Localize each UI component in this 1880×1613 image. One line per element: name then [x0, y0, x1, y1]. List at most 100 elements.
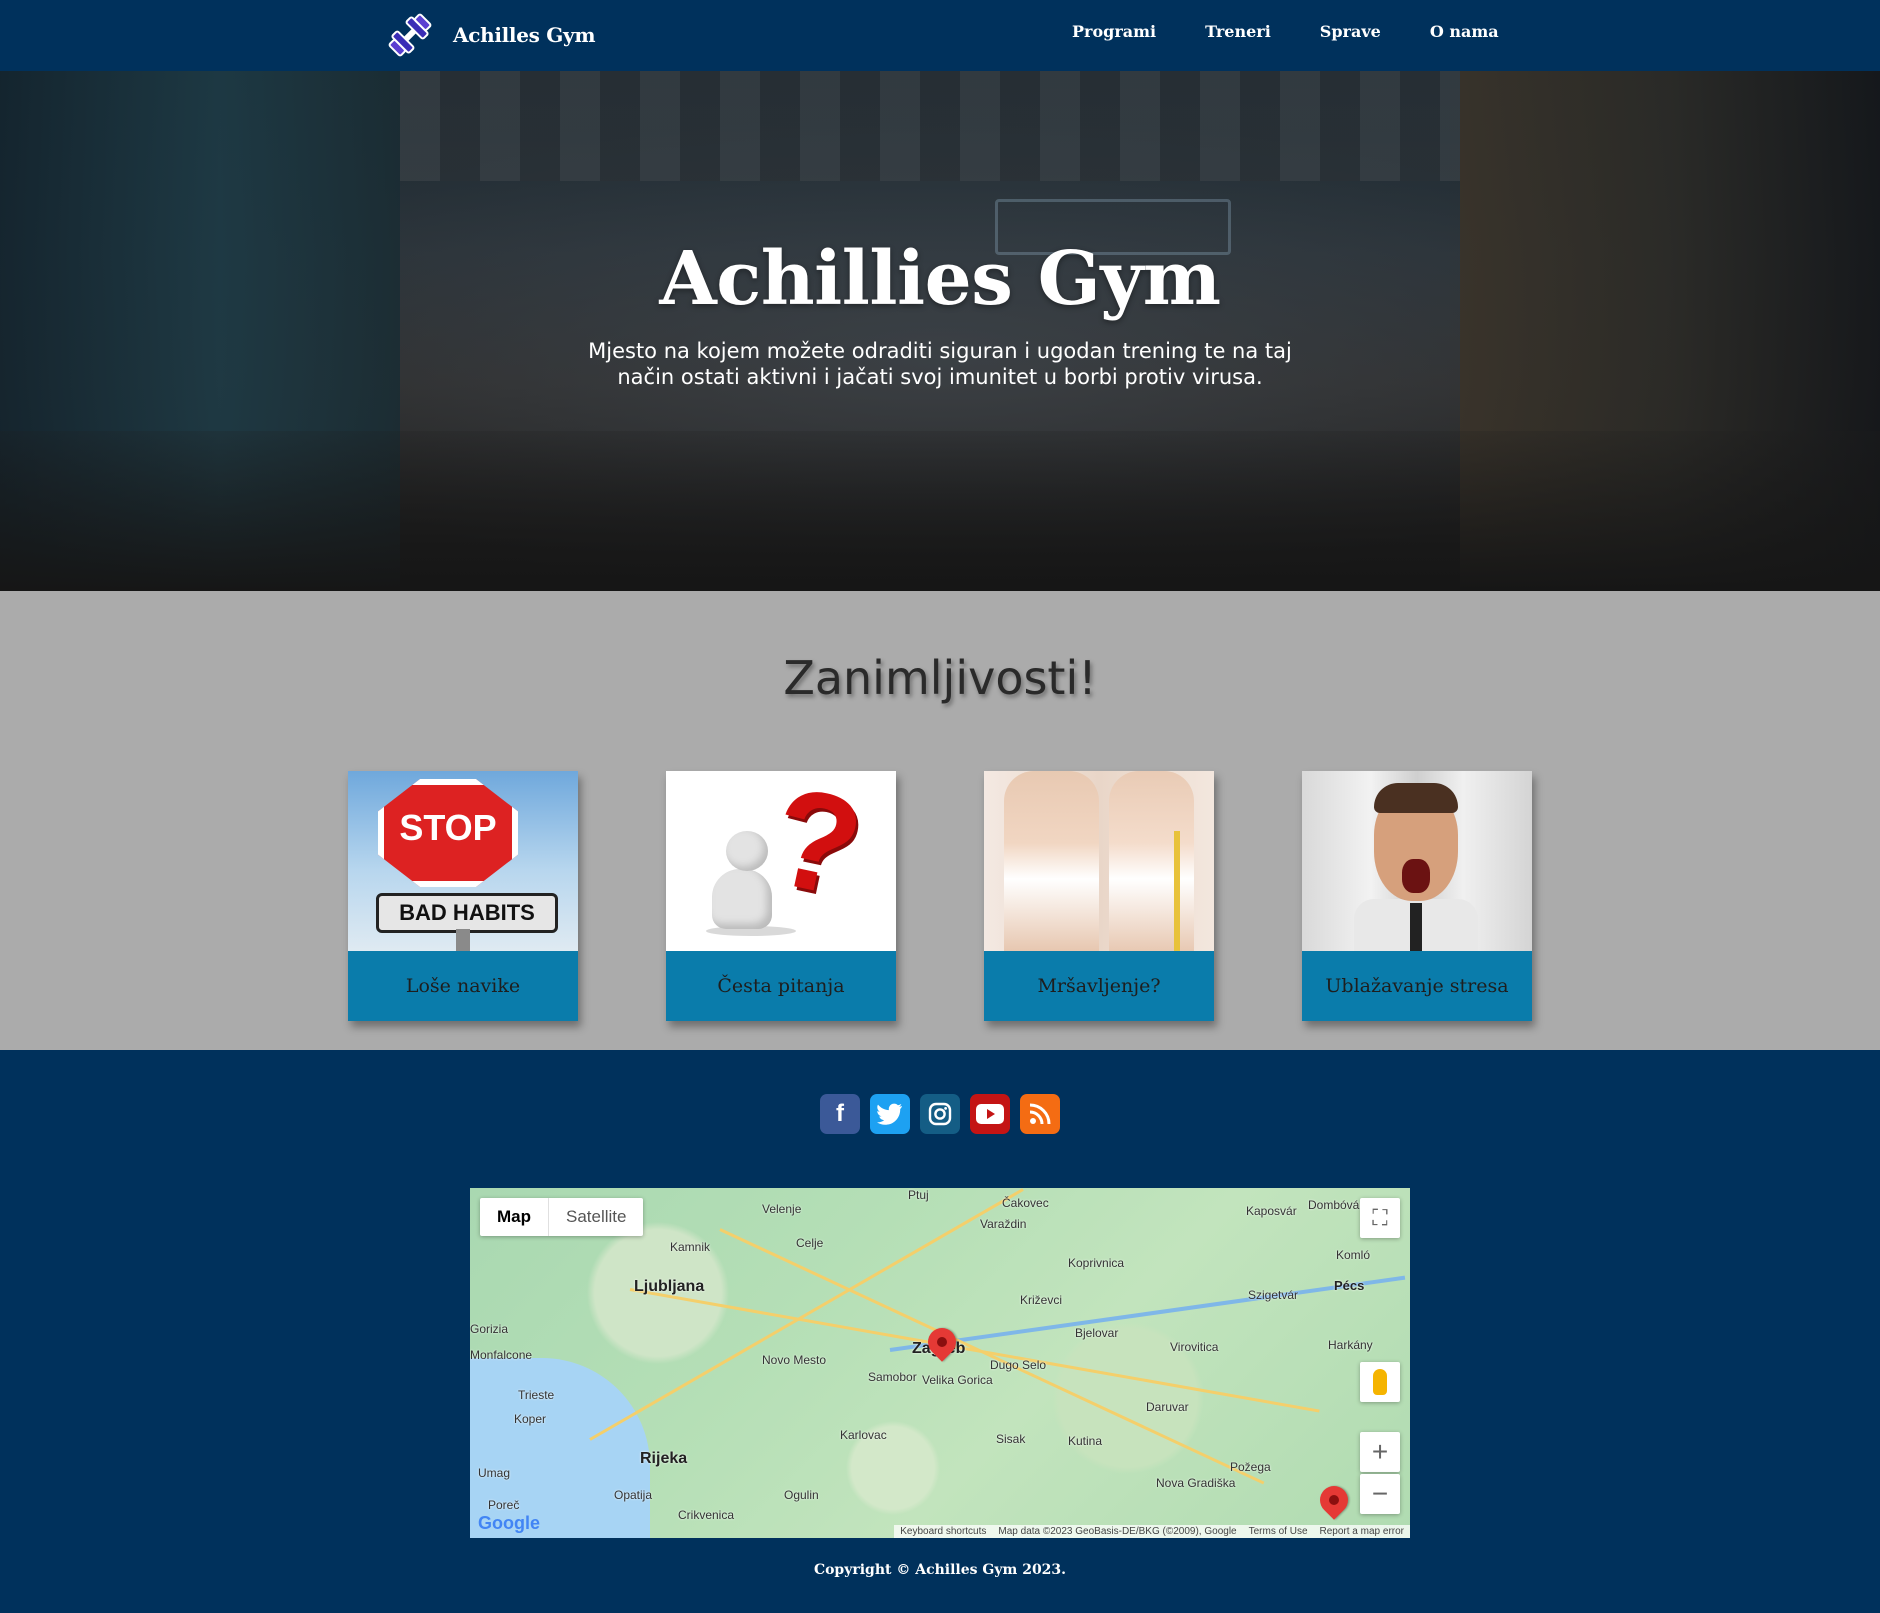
map-label: Kamnik	[670, 1240, 711, 1254]
zoom-in-icon[interactable]: +	[1360, 1432, 1400, 1472]
map-label: Pécs	[1334, 1278, 1365, 1293]
weight-loss-image	[984, 771, 1214, 951]
card-label: Česta pitanja	[717, 975, 845, 997]
rss-icon[interactable]	[1020, 1094, 1060, 1134]
map-label: Dugo Selo	[990, 1358, 1047, 1372]
zoom-out-icon[interactable]: −	[1360, 1474, 1400, 1514]
social-links: f	[820, 1094, 1060, 1134]
terms-of-use-link[interactable]: Terms of Use	[1249, 1526, 1308, 1537]
sign-pole	[456, 929, 470, 951]
map-data-text: Map data ©2023 GeoBasis-DE/BKG (©2009), …	[998, 1526, 1237, 1537]
hero-bg-ceiling	[400, 71, 1460, 181]
report-map-error-link[interactable]: Report a map error	[1320, 1526, 1404, 1537]
map-label: Požega	[1230, 1460, 1271, 1474]
map-label: Komló	[1336, 1248, 1371, 1262]
map-label: Ljubljana	[634, 1278, 705, 1295]
nav-link-treneri[interactable]: Treneri	[1205, 22, 1271, 41]
map-label: Koper	[514, 1412, 547, 1426]
brand-name: Achilles Gym	[453, 23, 596, 47]
nav-menu: Programi Treneri Sprave O nama	[1072, 22, 1548, 41]
body-after	[1109, 771, 1194, 951]
map-label: Sisak	[996, 1432, 1026, 1446]
card-label: Ublažavanje stresa	[1325, 975, 1509, 997]
hero-subtitle: Mjesto na kojem možete odraditi siguran …	[588, 339, 1292, 389]
bad-habits-image: STOP BAD HABITS	[348, 771, 578, 951]
map-label: Opatija	[614, 1488, 653, 1502]
map-marker-slavonski-brod[interactable]	[1314, 1480, 1354, 1520]
card-lose-navike[interactable]: STOP BAD HABITS Loše navike	[348, 771, 578, 1021]
fullscreen-icon[interactable]: ⛶	[1360, 1198, 1400, 1238]
map-label: Poreč	[488, 1498, 520, 1512]
map-label: Ogulin	[784, 1488, 819, 1502]
hero-bg-floor	[0, 431, 1880, 591]
twitter-icon[interactable]	[870, 1094, 910, 1134]
keyboard-shortcuts-link[interactable]: Keyboard shortcuts	[900, 1526, 986, 1537]
card-label: Mršavljenje?	[1037, 975, 1161, 997]
map-type-control: Map Satellite	[480, 1198, 644, 1236]
card-ublazavanje-stresa[interactable]: Ublažavanje stresa	[1302, 771, 1532, 1021]
dumbbell-logo-icon	[388, 13, 432, 57]
tie	[1410, 903, 1422, 951]
map-label: Velenje	[762, 1202, 802, 1216]
nav-link-sprave[interactable]: Sprave	[1320, 22, 1381, 41]
map-label: Daruvar	[1146, 1400, 1189, 1414]
card-cesta-pitanja[interactable]: ? Česta pitanja	[666, 771, 896, 1021]
map-label: Gorizia	[470, 1322, 509, 1336]
street-view-pegman-icon[interactable]	[1360, 1362, 1400, 1402]
hair	[1374, 783, 1458, 813]
facebook-icon[interactable]: f	[820, 1094, 860, 1134]
zanimljivosti-section: Zanimljivosti! STOP BAD HABITS Loše navi…	[0, 591, 1880, 1050]
map-label: Kutina	[1068, 1434, 1103, 1448]
map-label: Križevci	[1020, 1293, 1063, 1307]
map-label: Crikvenica	[678, 1508, 735, 1522]
section-title: Zanimljivosti!	[783, 651, 1097, 705]
footer: f Ljubljana Zagreb Rijeka Novo Mesto Sam…	[0, 1050, 1880, 1613]
google-map[interactable]: Ljubljana Zagreb Rijeka Novo Mesto Samob…	[470, 1188, 1410, 1538]
map-label: Nova Gradiška	[1156, 1476, 1236, 1490]
map-label: Rijeka	[640, 1450, 688, 1467]
bad-habits-plate: BAD HABITS	[376, 893, 558, 933]
nav-link-o-nama[interactable]: O nama	[1430, 22, 1499, 41]
map-label: Čakovec	[1002, 1196, 1049, 1210]
map-label: Dombóvár	[1308, 1198, 1364, 1212]
google-logo: Google	[478, 1513, 540, 1534]
map-tab-satellite[interactable]: Satellite	[548, 1198, 643, 1236]
figure-head	[726, 831, 768, 871]
instagram-icon[interactable]	[920, 1094, 960, 1134]
map-label: Celje	[796, 1236, 824, 1250]
map-label: Trieste	[518, 1388, 555, 1402]
map-label: Koprivnica	[1068, 1256, 1125, 1270]
map-label: Kaposvár	[1246, 1204, 1297, 1218]
screaming-mouth	[1402, 859, 1430, 893]
youtube-icon[interactable]	[970, 1094, 1010, 1134]
map-label: Karlovac	[840, 1428, 887, 1442]
body-before	[1004, 771, 1099, 951]
stop-sign-text: STOP	[399, 807, 497, 848]
map-label: Velika Gorica	[922, 1373, 993, 1387]
hero-banner: Achillies Gym Mjesto na kojem možete odr…	[0, 71, 1880, 591]
map-label: Novo Mesto	[762, 1353, 827, 1367]
map-label: Harkány	[1328, 1338, 1373, 1352]
stress-image	[1302, 771, 1532, 951]
nav-link-programi[interactable]: Programi	[1072, 22, 1156, 41]
card-mrsavljenje[interactable]: Mršavljenje?	[984, 771, 1214, 1021]
map-label: Monfalcone	[470, 1348, 533, 1362]
copyright-text: Copyright © Achilles Gym 2023.	[813, 1562, 1067, 1578]
google-logo-text: Google	[478, 1513, 540, 1533]
map-label: Virovitica	[1170, 1340, 1219, 1354]
map-attribution: Keyboard shortcuts Map data ©2023 GeoBas…	[894, 1525, 1410, 1538]
hero-title: Achillies Gym	[659, 236, 1221, 322]
question-mark-icon: ?	[758, 771, 876, 928]
brand-logo-link[interactable]: Achilles Gym	[385, 10, 596, 60]
map-label: Ptuj	[908, 1188, 929, 1202]
question-image: ?	[666, 771, 896, 951]
map-tab-map[interactable]: Map	[480, 1198, 548, 1236]
map-label: Umag	[478, 1466, 511, 1480]
top-navbar: Achilles Gym Programi Treneri Sprave O n…	[0, 0, 1880, 71]
map-road	[589, 1188, 1024, 1441]
card-label: Loše navike	[405, 975, 521, 997]
map-label: Bjelovar	[1075, 1326, 1119, 1340]
map-label: Varaždin	[980, 1217, 1027, 1231]
map-label: Szigetvár	[1248, 1288, 1299, 1302]
measuring-tape	[1174, 831, 1180, 951]
